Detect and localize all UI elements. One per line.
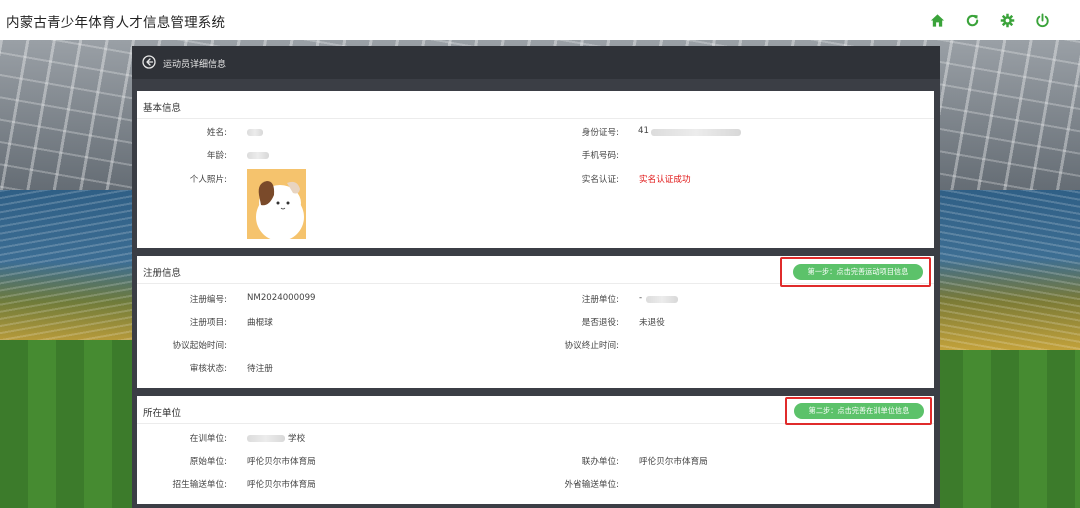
section-registration-info: 注册信息 第一步：点击完善运动项目信息 注册编号: NM2024000099 注… [137,256,934,388]
info-row: 招生输送单位: 呼伦贝尔市体育局 外省输送单位: [137,478,934,492]
phone-label: 手机号码: [581,151,619,161]
step2-button[interactable]: 第二步：点击完善在训单位信息 [794,403,924,419]
external-unit-label: 外省输送单位: [564,480,619,490]
panel-title: 运动员详细信息 [163,60,227,70]
section-title: 基本信息 [143,103,182,114]
reg-unit-redacted [646,296,678,303]
header-toolbar [929,12,1050,28]
review-status-label: 审核状态: [189,364,227,374]
reg-no-label: 注册编号: [189,295,227,305]
stadium-stands-left [0,190,140,350]
section-header: 基本信息 [137,91,934,119]
info-row: 注册项目: 曲棍球 是否退役: 未退役 [137,316,934,330]
agreement-start-label: 协议起始时间: [172,341,227,351]
reg-unit-value: - [639,293,643,303]
back-arrow-icon[interactable] [142,55,156,69]
training-unit-label: 在训单位: [189,434,227,444]
retired-value: 未退役 [639,318,665,328]
recruit-unit-value: 呼伦贝尔市体育局 [247,480,316,490]
name-value-redacted [247,129,263,136]
training-unit-redacted [247,435,285,442]
app-title: 内蒙古青少年体育人才信息管理系统 [6,15,226,31]
section-title: 注册信息 [143,268,182,279]
step2-highlight: 第二步：点击完善在训单位信息 [785,397,932,425]
home-icon[interactable] [929,12,945,28]
section-title: 所在单位 [143,408,182,419]
id-value: 41 [638,126,649,136]
step1-highlight: 第一步：点击完善运动项目信息 [780,257,931,287]
info-row: 审核状态: 待注册 [137,362,934,376]
refresh-icon[interactable] [964,12,980,28]
joint-unit-label: 联办单位: [581,457,619,467]
realname-status: 实名认证成功 [639,175,691,185]
origin-unit-value: 呼伦贝尔市体育局 [247,457,316,467]
info-row: 年龄: 手机号码: [137,149,934,163]
settings-icon[interactable] [999,12,1015,28]
reg-item-value: 曲棍球 [247,318,273,328]
pitch-right [935,350,1080,508]
stadium-stands-right [935,190,1080,360]
reg-item-label: 注册项目: [189,318,227,328]
app-header: 内蒙古青少年体育人才信息管理系统 [0,0,1080,40]
id-value-redacted [651,129,741,136]
pitch-left [0,340,140,508]
info-row: 注册编号: NM2024000099 注册单位: - [137,293,934,307]
training-unit-value: 学校 [288,434,306,444]
agreement-end-label: 协议终止时间: [564,341,619,351]
info-row: 原始单位: 呼伦贝尔市体育局 联办单位: 呼伦贝尔市体育局 [137,455,934,469]
step1-button[interactable]: 第一步：点击完善运动项目信息 [793,264,923,280]
origin-unit-label: 原始单位: [189,457,227,467]
info-row: 在训单位: 学校 [137,432,934,446]
section-basic-info: 基本信息 姓名: 身份证号: 41 年龄: 手机号码: 个人照片: 实名认证: … [137,91,934,248]
info-row: 协议起始时间: 协议终止时间: [137,339,934,353]
age-label: 年龄: [206,151,227,161]
joint-unit-value: 呼伦贝尔市体育局 [639,457,708,467]
age-value-redacted [247,152,269,159]
reg-no-value: NM2024000099 [247,293,316,303]
section-unit-info: 所在单位 第二步：点击完善在训单位信息 在训单位: 学校 原始单位: 呼伦贝尔市… [137,396,934,504]
realname-label: 实名认证: [581,175,619,185]
retired-label: 是否退役: [581,318,619,328]
info-row: 姓名: 身份证号: 41 [137,126,934,140]
review-status-value: 待注册 [247,364,273,374]
name-label: 姓名: [206,128,227,138]
power-icon[interactable] [1034,12,1050,28]
photo-label: 个人照片: [189,175,227,185]
athlete-detail-panel: 运动员详细信息 基本信息 姓名: 身份证号: 41 年龄: 手机号码: 个人照片… [132,46,940,508]
recruit-unit-label: 招生输送单位: [172,480,227,490]
id-label: 身份证号: [581,128,619,138]
reg-unit-label: 注册单位: [581,295,619,305]
panel-header: 运动员详细信息 [132,46,940,79]
athlete-photo [247,169,306,239]
